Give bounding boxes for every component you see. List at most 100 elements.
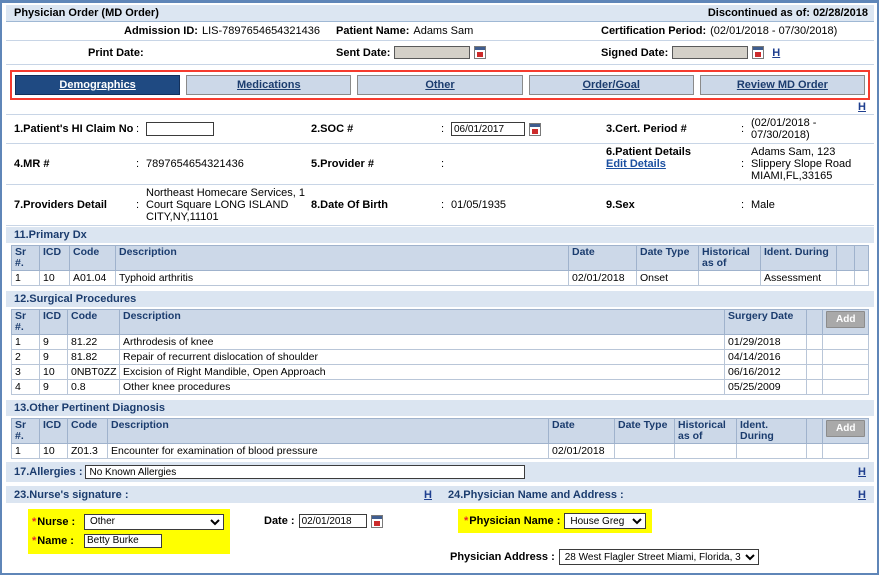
tab-order-goal[interactable]: Order/Goal: [528, 75, 694, 95]
colon: :: [441, 199, 445, 211]
section-nurse-signature: 23.Nurse's signature : H: [6, 489, 440, 501]
table-row[interactable]: 4 9 0.8 Other knee procedures 05/25/2009: [11, 379, 869, 395]
cell-date-type: Onset: [636, 270, 699, 286]
cell-code: 81.22: [67, 334, 120, 350]
table-header-row: Sr #. ICD Code Description Date Date Typ…: [11, 418, 869, 444]
physician-name-label: Physician Name :: [469, 515, 561, 527]
required-marker: *: [32, 534, 37, 547]
signed-date-group: Signed Date: H: [601, 46, 780, 59]
col-ident-during: Ident. During: [736, 418, 807, 444]
required-marker: *: [32, 515, 37, 528]
help-link[interactable]: H: [424, 489, 432, 501]
calendar-icon[interactable]: [752, 46, 765, 59]
help-link[interactable]: H: [858, 101, 866, 113]
col-surgery-date: Surgery Date: [724, 309, 807, 335]
physician-order-page: Physician Order (MD Order) Discontinued …: [0, 0, 879, 575]
physician-name-highlight-box: *Physician Name : House Greg: [458, 509, 653, 533]
cell-action: [822, 379, 869, 395]
tab-demographics[interactable]: Demographics: [15, 75, 181, 95]
discontinued-status: Discontinued as of: 02/28/2018: [707, 7, 868, 19]
demographics-row-1: 1.Patient's HI Claim No : 2.SOC # : 3.Ce…: [6, 115, 874, 144]
sent-date-input[interactable]: [394, 46, 471, 59]
tab-review-md-order[interactable]: Review MD Order: [699, 75, 866, 95]
patient-name: Patient Name: Adams Sam: [336, 25, 601, 37]
cell-historical-as-of: [698, 270, 761, 286]
cell-spacer: [854, 270, 869, 286]
nurse-name-input[interactable]: [84, 533, 162, 548]
edit-details-link[interactable]: Edit Details: [606, 158, 741, 170]
section-other-diagnosis: 13.Other Pertinent Diagnosis: [6, 399, 874, 416]
table-row[interactable]: 2 9 81.82 Repair of recurrent dislocatio…: [11, 349, 869, 365]
section-title: 11.Primary Dx: [14, 229, 87, 241]
add-other-diagnosis-button[interactable]: Add: [826, 420, 866, 437]
col-spacer: [854, 245, 869, 271]
col-date: Date: [568, 245, 637, 271]
cell-historical-as-of: [674, 443, 737, 459]
cell-icd: 9: [39, 334, 68, 350]
name-label-group: *Name :: [32, 535, 84, 547]
nurse-name-row: *Name :: [32, 531, 224, 550]
tab-other[interactable]: Other: [357, 75, 523, 95]
nurse-select[interactable]: Other: [84, 513, 224, 530]
physician-name-select[interactable]: House Greg: [564, 513, 647, 529]
admission-id-value: LIS-7897654654321436: [201, 25, 321, 37]
add-surgical-procedure-button[interactable]: Add: [826, 311, 866, 328]
page-title: Physician Order (MD Order): [14, 7, 159, 19]
cell-action: [822, 334, 869, 350]
required-marker: *: [464, 515, 469, 527]
dates-row: Print Date: Sent Date: Signed Date: H: [6, 41, 874, 65]
demographics-row-2: 4.MR # : 7897654654321436 5.Provider # :…: [6, 144, 874, 185]
allergies-input[interactable]: [85, 465, 526, 479]
col-add: Add: [822, 309, 869, 335]
help-link[interactable]: H: [858, 466, 866, 478]
cell-action: [822, 443, 869, 459]
cell-sr: 1: [11, 270, 40, 286]
tab-order-goal-label: Order/Goal: [582, 79, 640, 91]
cell-surgery-date: 05/25/2009: [724, 379, 807, 395]
cell-date: 02/01/2018: [548, 443, 615, 459]
tab-medications[interactable]: Medications: [186, 75, 352, 95]
calendar-icon[interactable]: [529, 122, 541, 136]
nurse-date-input[interactable]: [298, 514, 367, 528]
calendar-icon[interactable]: [474, 46, 487, 59]
cell-code: A01.04: [69, 270, 116, 286]
section-title: 24.Physician Name and Address :: [448, 488, 624, 501]
physician-address-select[interactable]: 28 West Flagler Street Miami, Florida, 3…: [558, 549, 759, 565]
date-label: Date :: [264, 515, 295, 527]
admission-id-label: Admission ID:: [124, 25, 198, 37]
cell-spacer: [806, 364, 823, 380]
col-date-type: Date Type: [614, 418, 675, 444]
help-link[interactable]: H: [772, 47, 780, 59]
tab-other-label: Other: [425, 79, 455, 91]
signed-date-input[interactable]: [672, 46, 749, 59]
demographics-grid: 1.Patient's HI Claim No : 2.SOC # : 3.Ce…: [6, 114, 874, 226]
provider-num-label: 5.Provider #: [311, 158, 374, 170]
hi-claim-input[interactable]: [146, 122, 214, 136]
help-link[interactable]: H: [858, 489, 866, 501]
col-historical-as-of: Historical as of: [674, 418, 737, 444]
section-physician: 24.Physician Name and Address : H: [440, 489, 874, 501]
table-row[interactable]: 3 10 0NBT0ZZ Excision of Right Mandible,…: [11, 364, 869, 380]
cell-description: Repair of recurrent dislocation of shoul…: [119, 349, 725, 365]
cell-sr: 2: [11, 349, 40, 365]
signature-section-bars: 23.Nurse's signature : H 24.Physician Na…: [6, 486, 874, 503]
calendar-icon[interactable]: [370, 514, 383, 528]
page-inner: Physician Order (MD Order) Discontinued …: [6, 5, 874, 570]
col-description: Description: [119, 309, 725, 335]
certification-period-value: (02/01/2018 - 07/30/2018): [710, 25, 838, 37]
tab-medications-label: Medications: [237, 79, 301, 91]
providers-detail-value: Northeast Homecare Services, 1 Court Squ…: [146, 187, 305, 223]
cell-icd: 9: [39, 349, 68, 365]
nurse-signature-panel: *Nurse : Other *Name : Date :: [6, 509, 440, 565]
tab-strip: Demographics Medications Other Order/Goa…: [10, 70, 870, 100]
table-row[interactable]: 1 9 81.22 Arthrodesis of knee 01/29/2018: [11, 334, 869, 350]
table-row[interactable]: 1 10 Z01.3 Encounter for examination of …: [11, 443, 869, 459]
soc-input[interactable]: [451, 122, 525, 136]
cell-ident-during: [736, 443, 807, 459]
demographics-help-row: H: [6, 100, 874, 114]
cell-icd: 10: [39, 270, 70, 286]
cell-ident-during: Assessment: [760, 270, 837, 286]
col-date: Date: [548, 418, 615, 444]
table-row[interactable]: 1 10 A01.04 Typhoid arthritis 02/01/2018…: [11, 270, 869, 286]
cell-description: Arthrodesis of knee: [119, 334, 725, 350]
